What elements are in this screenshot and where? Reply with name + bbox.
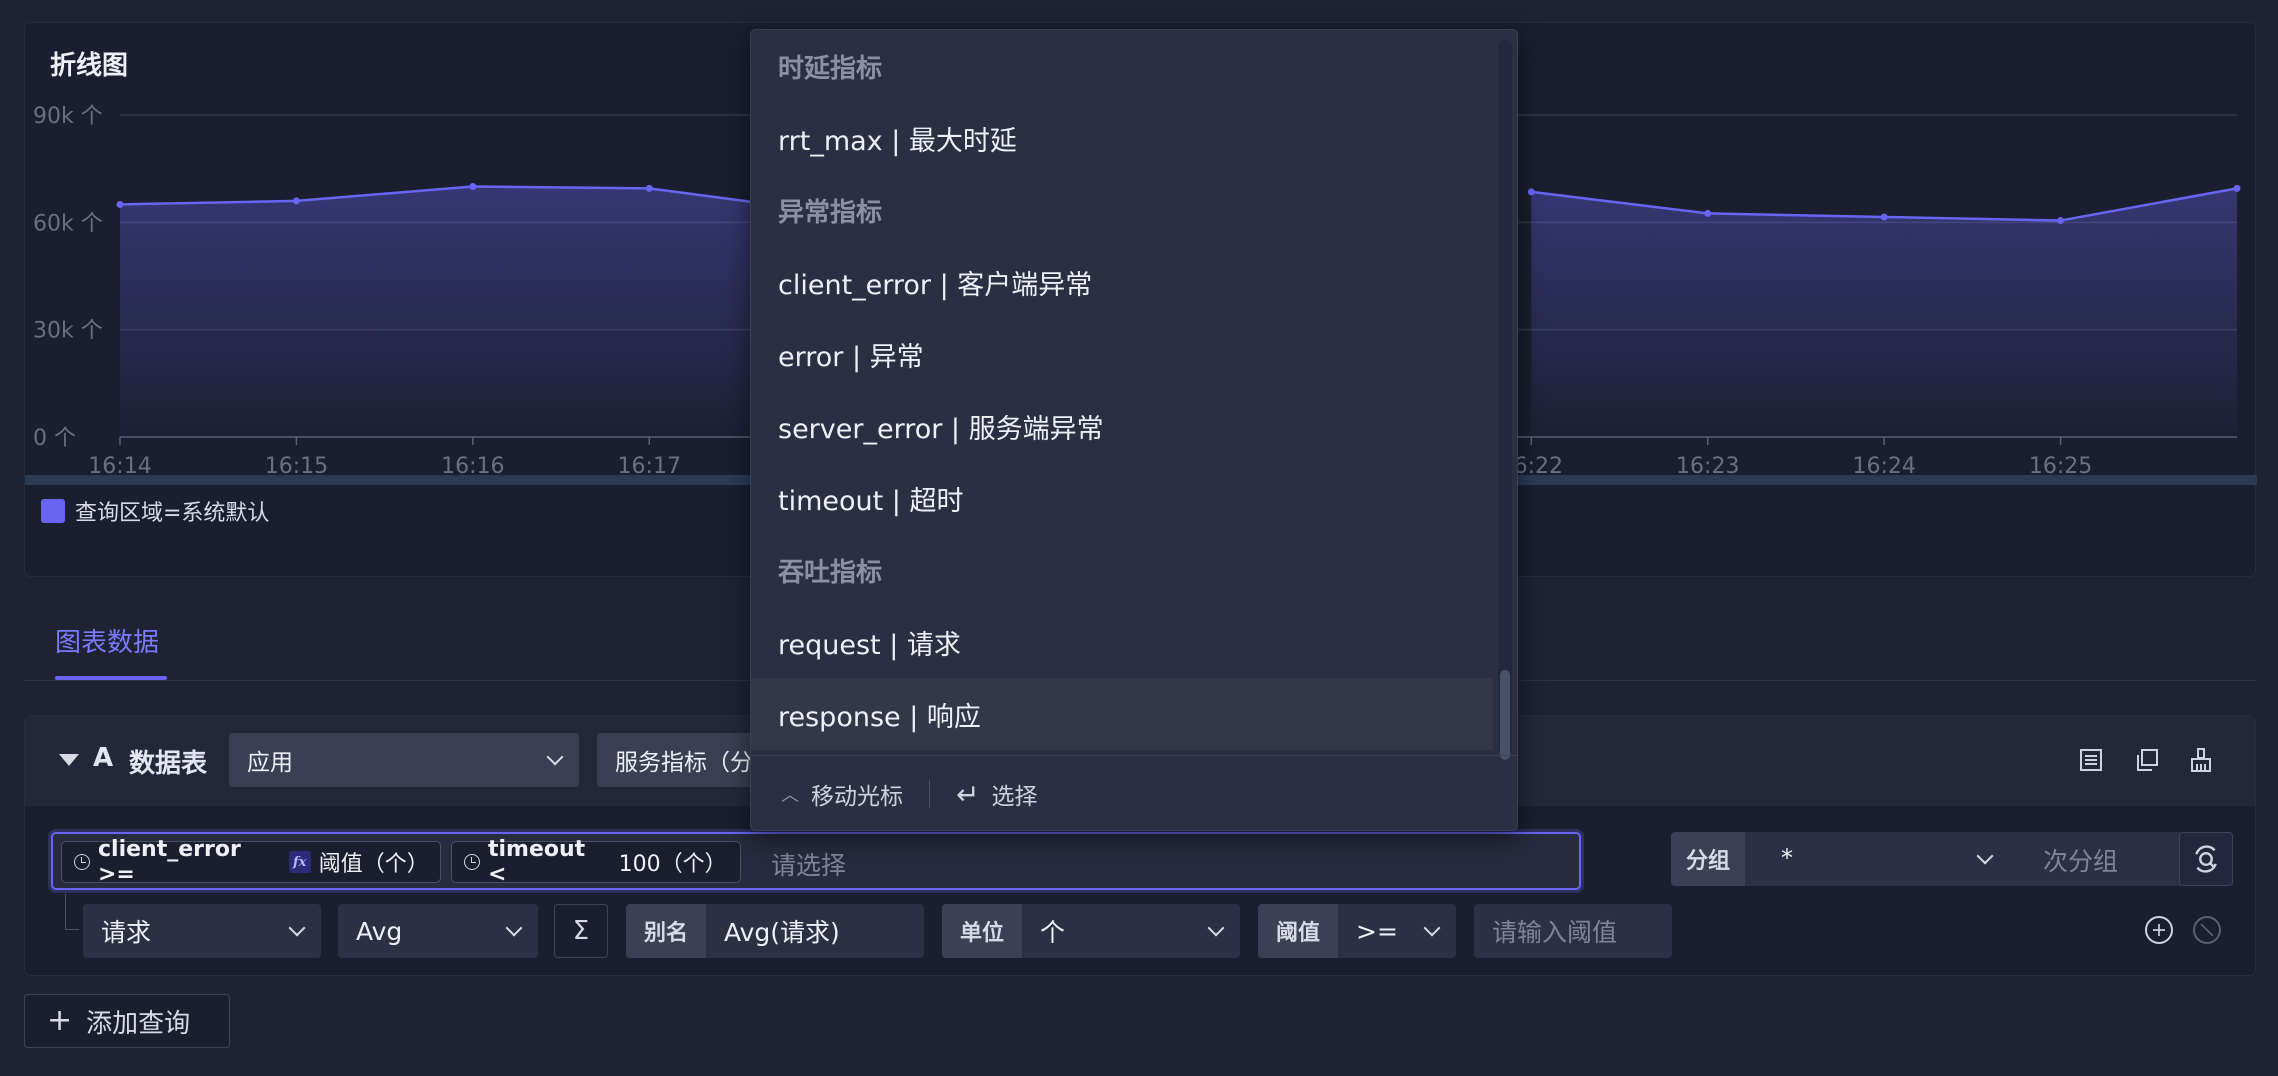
disable-circle-icon[interactable] [2193, 916, 2221, 944]
chart-legend[interactable]: 查询区域=系统默认 [41, 495, 269, 527]
plus-icon: + [47, 1003, 73, 1038]
group-value: * [1781, 844, 1793, 872]
add-circle-icon[interactable] [2145, 916, 2173, 944]
refresh-search-icon[interactable] [2179, 832, 2233, 886]
threshold-operator-select[interactable]: 阈值 >= [1258, 904, 1456, 958]
dropdown-group-header: 异常指标 [778, 197, 883, 228]
chevron-down-icon [505, 919, 523, 937]
filter-placeholder: 请选择 [771, 851, 847, 880]
dropdown-option[interactable]: server_error | 服务端异常 [751, 390, 1493, 462]
legend-label: 查询区域=系统默认 [75, 501, 270, 526]
threshold-operator-value: >= [1356, 916, 1398, 946]
unit-value: 个 [1040, 918, 1066, 947]
filter-chip-value: 100（个） [618, 852, 727, 877]
dropdown-footer: ︿ 移动光标 ↵ 选择 [751, 755, 1517, 830]
metric-select-value: 请求 [101, 918, 152, 947]
clear-brush-icon[interactable] [2187, 746, 2215, 774]
metric-type-select-value: 服务指标（分 [615, 750, 753, 776]
dropdown-option[interactable]: request | 请求 [751, 606, 1493, 678]
alias-value: Avg(请求) [724, 918, 840, 947]
filter-chip[interactable]: timeout < 100（个） [451, 837, 741, 887]
y-tick-label: 30k 个 [33, 319, 103, 344]
data-point [292, 197, 300, 205]
clock-icon [74, 854, 90, 870]
y-tick-label: 90k 个 [33, 104, 103, 129]
filter-chip-field: client_error >= [98, 837, 241, 887]
unit-select[interactable]: 单位 个 [942, 904, 1240, 958]
series-area [1531, 188, 2237, 437]
metric-dropdown[interactable]: 时延指标 rrt_max | 最大时延异常指标 client_error | 客户端… [750, 29, 1518, 831]
footer-select: 选择 [991, 784, 1038, 810]
aggregation-select[interactable]: Avg [338, 904, 538, 958]
data-point [645, 184, 653, 192]
collapse-caret-icon[interactable] [59, 754, 79, 766]
tree-connector [65, 894, 79, 930]
y-tick-label: 60k 个 [33, 211, 103, 236]
dropdown-group-header: 吞吐指标 [778, 557, 883, 588]
data-point [1527, 188, 1535, 196]
aggregation-select-value: Avg [356, 916, 403, 946]
data-point [1704, 209, 1712, 217]
chevron-down-icon [546, 748, 564, 766]
sigma-button[interactable]: Σ [554, 904, 608, 958]
dropdown-scrollbar-thumb[interactable] [1500, 670, 1510, 760]
clock-icon [464, 854, 480, 870]
query-letter: A [93, 743, 114, 773]
fx-icon: fx [288, 851, 311, 873]
threshold-input[interactable]: 请输入阈值 [1474, 904, 1672, 958]
filter-chip[interactable]: client_error >= fx 阈值（个） [61, 837, 441, 887]
footer-move-cursor: 移动光标 [811, 784, 903, 810]
group-label: 分组 [1671, 832, 1745, 886]
add-query-button[interactable]: + 添加查询 [24, 994, 230, 1048]
dropdown-scrollbar[interactable] [1498, 40, 1512, 760]
threshold-label: 阈值 [1258, 904, 1338, 958]
dropdown-option[interactable]: timeout | 超时 [751, 462, 1493, 534]
filter-chip-value: 阈值（个） [318, 852, 429, 877]
filter-input[interactable]: client_error >= fx 阈值（个） timeout < 100（个… [51, 832, 1581, 890]
dropdown-option[interactable]: rrt_max | 最大时延 [751, 102, 1493, 174]
caret-up-icon: ︿ [781, 785, 799, 806]
enter-key-icon: ↵ [956, 777, 980, 811]
metric-select[interactable]: 请求 [83, 904, 321, 958]
threshold-placeholder: 请输入阈值 [1492, 918, 1618, 947]
copy-icon[interactable] [2133, 746, 2161, 774]
unit-label: 单位 [942, 904, 1022, 958]
footer-separator [929, 780, 930, 808]
data-point [116, 200, 124, 208]
dropdown-option[interactable]: error | 异常 [751, 318, 1493, 390]
dropdown-option[interactable]: client_error | 客户端异常 [751, 246, 1493, 318]
y-tick-label: 0 个 [33, 426, 76, 451]
document-icon[interactable] [2077, 746, 2105, 774]
series-area [120, 186, 826, 437]
data-point [1880, 213, 1888, 221]
chevron-down-icon [1976, 847, 1994, 865]
filter-chip-field: timeout < [488, 837, 586, 887]
chevron-down-icon [1423, 919, 1441, 937]
dropdown-group-header: 时延指标 [778, 53, 883, 84]
data-point [469, 183, 477, 191]
data-point [2233, 184, 2241, 192]
secondary-group-placeholder[interactable]: 次分组 [2043, 842, 2118, 878]
query-table-label: 数据表 [129, 749, 208, 779]
table-select-value: 应用 [247, 750, 293, 776]
tab-chart-data[interactable]: 图表数据 [55, 622, 159, 659]
chevron-down-icon [288, 919, 306, 937]
group-by-select[interactable]: 分组 * 次分组 [1671, 832, 2183, 886]
alias-label: 别名 [626, 904, 706, 958]
add-query-label: 添加查询 [86, 1008, 191, 1039]
legend-swatch [41, 499, 65, 523]
table-select[interactable]: 应用 [229, 733, 579, 787]
alias-field[interactable]: 别名 Avg(请求) [626, 904, 924, 958]
dropdown-option[interactable]: response | 响应 [751, 678, 1493, 750]
data-point [2057, 217, 2065, 225]
chevron-down-icon [1207, 919, 1225, 937]
